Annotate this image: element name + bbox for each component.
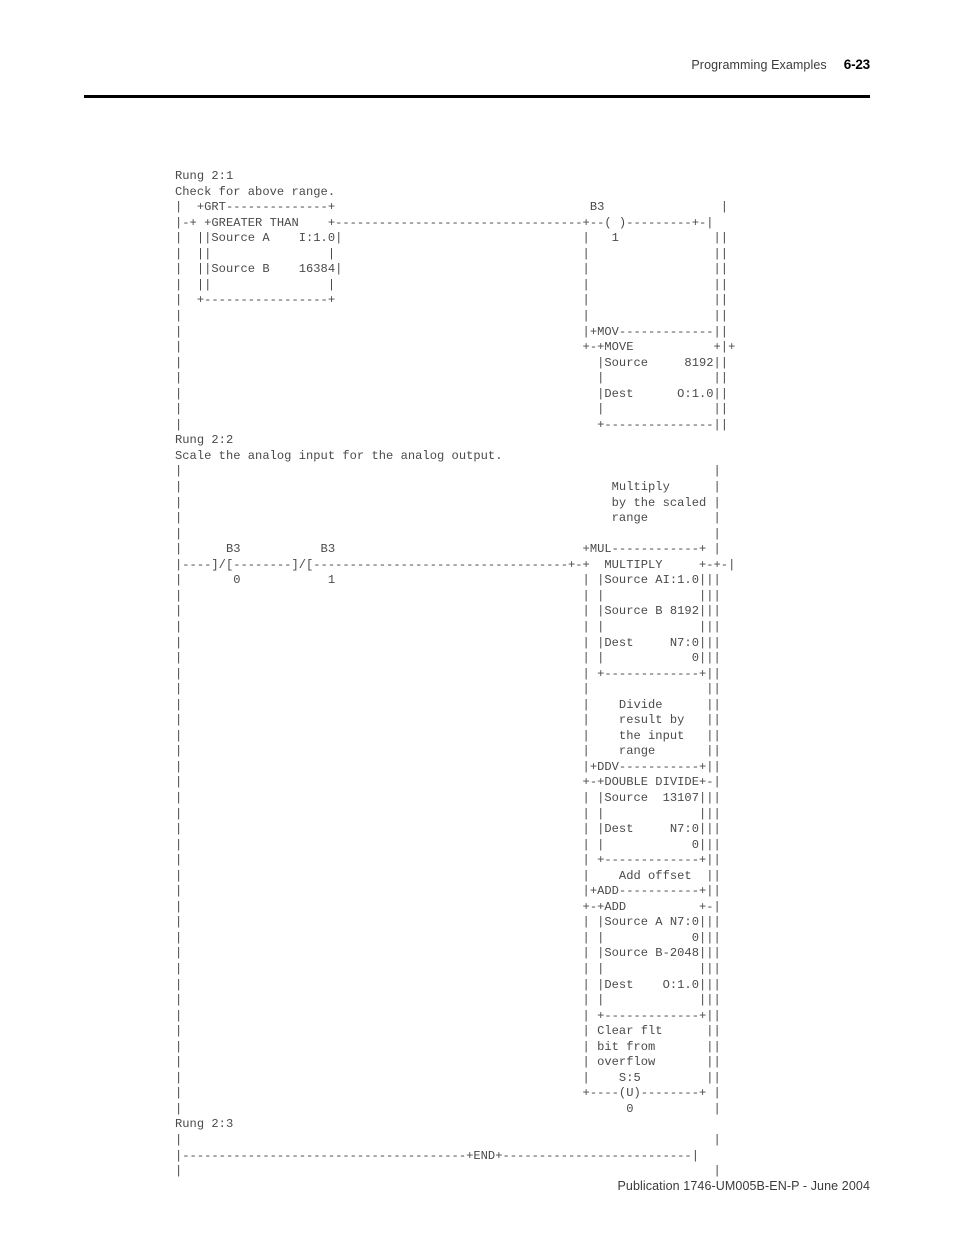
page-footer: Publication 1746-UM005B-EN-P - June 2004 [0, 1145, 954, 1235]
header-chapter-title: Programming Examples [691, 58, 827, 72]
page-number: 6-23 [843, 57, 870, 72]
header-row: Programming Examples 6-23 [691, 57, 870, 72]
ladder-logic-listing: Rung 2:1 Check for above range. | +GRT--… [175, 169, 736, 1179]
page-header: Programming Examples 6-23 [0, 0, 954, 108]
header-divider-rule [84, 95, 870, 99]
publication-reference: Publication 1746-UM005B-EN-P - June 2004 [617, 1179, 870, 1193]
